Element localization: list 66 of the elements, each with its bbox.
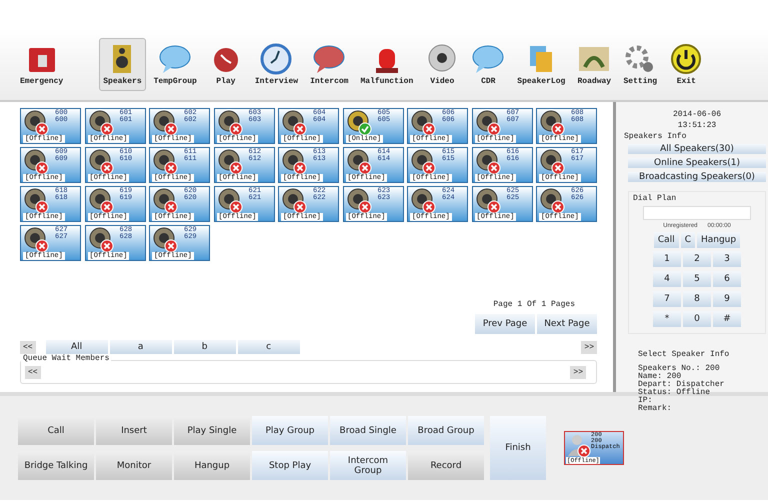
- power-icon: [669, 42, 704, 74]
- toolbar-button[interactable]: Intercom: [306, 38, 352, 90]
- toolbar-button[interactable]: Video: [421, 38, 464, 90]
- dial-key[interactable]: 0: [683, 311, 711, 327]
- group-tab[interactable]: a: [110, 340, 172, 354]
- toolbar-button[interactable]: Speakers: [99, 38, 146, 90]
- action-button[interactable]: Intercom Group: [330, 451, 406, 480]
- date-text: 2014-06-06: [672, 110, 722, 119]
- next-page-button[interactable]: Next Page: [537, 314, 597, 334]
- speaker-detail: IP:: [638, 397, 652, 405]
- toolbar-button[interactable]: Interview: [250, 38, 302, 90]
- clock-icon: [259, 42, 294, 74]
- scroll-left-button[interactable]: <<: [20, 340, 36, 354]
- toolbar-button[interactable]: SpeakerLog: [513, 38, 570, 90]
- dial-plan-title: Dial Plan: [633, 194, 678, 203]
- dial-key[interactable]: 6: [713, 271, 741, 287]
- dial-key[interactable]: 3: [713, 251, 741, 267]
- toolbar-button[interactable]: Setting: [619, 38, 662, 90]
- group-tab[interactable]: c: [238, 340, 300, 354]
- action-button[interactable]: Broad Group: [408, 416, 484, 445]
- dial-key[interactable]: 4: [653, 271, 681, 287]
- dial-key[interactable]: 2: [683, 251, 711, 267]
- prev-page-button[interactable]: Prev Page: [475, 314, 535, 334]
- toolbar-button[interactable]: CDR: [467, 38, 510, 90]
- speaker-detail: Status: Offline: [638, 389, 712, 397]
- speech-bubble-icon: [158, 42, 192, 74]
- group-tab[interactable]: All: [46, 340, 108, 354]
- dial-control-button[interactable]: Call: [654, 232, 679, 248]
- speaker-detail: Name: 200: [638, 373, 682, 381]
- speaker-detail: Remark:: [638, 405, 673, 413]
- toolbar-button[interactable]: Roadway: [573, 38, 616, 90]
- scroll-left-button[interactable]: <<: [25, 366, 41, 378]
- dial-key[interactable]: 1: [653, 251, 681, 267]
- dial-control-button[interactable]: C: [680, 232, 695, 248]
- dial-key[interactable]: 8: [683, 291, 711, 307]
- dial-key[interactable]: 5: [683, 271, 711, 287]
- finish-button[interactable]: Finish: [490, 416, 546, 480]
- toolbar-button[interactable]: Play: [204, 38, 247, 90]
- dial-control-button[interactable]: Hangup: [696, 232, 740, 248]
- select-info-title: Select Speaker Info: [638, 350, 730, 359]
- speech-bubble-icon: [312, 42, 346, 74]
- queue-title: Queue Wait Members: [21, 354, 112, 363]
- speech-bubble-icon: [471, 42, 506, 74]
- speaker-detail: Speakers No.: 200: [638, 365, 721, 373]
- toolbar-button[interactable]: Malfunction: [356, 38, 418, 90]
- dial-key[interactable]: #: [713, 311, 741, 327]
- toolbar-button[interactable]: Emergency: [16, 38, 68, 90]
- action-button[interactable]: Stop Play: [252, 451, 328, 480]
- dial-key[interactable]: 9: [713, 291, 741, 307]
- dial-key[interactable]: 7: [653, 291, 681, 307]
- page-info: Page 1 Of 1 Pages: [493, 300, 575, 309]
- dial-key[interactable]: *: [653, 311, 681, 327]
- time-text: 13:51:23: [676, 121, 718, 130]
- action-button[interactable]: Broad Single: [330, 416, 406, 445]
- toolbar-button[interactable]: Exit: [665, 38, 708, 90]
- dial-input[interactable]: [643, 206, 751, 220]
- scroll-right-button[interactable]: >>: [570, 366, 586, 378]
- speaker-filter-button[interactable]: Broadcasting Speakers(0): [628, 172, 766, 182]
- toolbar-button[interactable]: TempGroup: [150, 38, 201, 90]
- scroll-right-button[interactable]: >>: [581, 340, 597, 354]
- group-tab[interactable]: b: [174, 340, 236, 354]
- speaker-filter-button[interactable]: Online Speakers(1): [628, 158, 766, 168]
- speaker-detail: Depart: Dispatcher: [638, 381, 726, 389]
- speaker-filter-button[interactable]: All Speakers(30): [628, 144, 766, 154]
- speakers-info-title: Speakers Info: [624, 132, 688, 141]
- action-button[interactable]: Play Group: [252, 416, 328, 445]
